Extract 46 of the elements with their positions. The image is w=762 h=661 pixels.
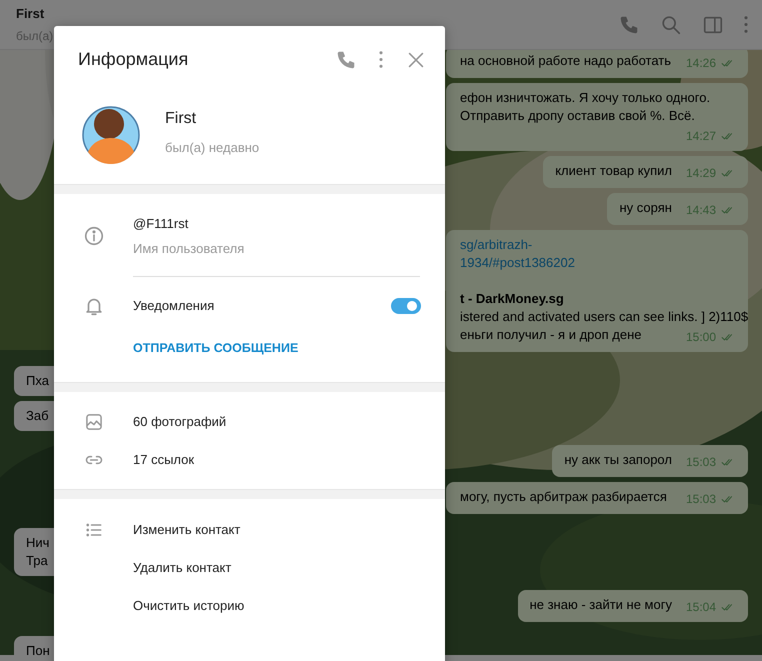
chat-title: First xyxy=(16,5,46,24)
message-time: 14:29 xyxy=(686,165,716,182)
more-icon xyxy=(379,51,383,68)
more-button[interactable] xyxy=(379,51,383,68)
send-message-button[interactable]: ОТПРАВИТЬ СООБЩЕНИЕ xyxy=(133,339,298,358)
message-text: могу, пусть арбитраж разбирается xyxy=(460,489,667,504)
message-text: на основной работе надо работать xyxy=(460,53,672,68)
search-button[interactable] xyxy=(660,14,682,36)
message-text: не знаю - зайти не могу xyxy=(530,597,672,612)
message-text: istered and activated users can see links. ] 2)110$ xyxy=(460,309,748,324)
username-label: Имя пользователя xyxy=(133,240,244,258)
message-text: ну акк ты запорол xyxy=(564,452,672,467)
contact-action[interactable]: Очистить историю xyxy=(133,596,244,616)
message-time: 15:00 xyxy=(686,329,716,346)
message-time: 15:04 xyxy=(686,599,716,616)
search-icon xyxy=(660,14,682,36)
message-text: Пха xyxy=(26,373,49,388)
message-text: ну сорян xyxy=(619,200,672,215)
message-text: еньги получил - я и дроп дене xyxy=(460,327,642,342)
info-icon xyxy=(82,225,104,247)
contact-name: First xyxy=(165,108,198,129)
notifications-toggle[interactable] xyxy=(391,298,421,314)
notifications-label: Уведомления xyxy=(133,297,216,316)
message-text: Нич xyxy=(26,535,50,550)
more-button[interactable] xyxy=(744,16,748,33)
message-time: 15:03 xyxy=(686,491,716,508)
message-time: 14:27 xyxy=(686,128,716,145)
more-icon xyxy=(744,16,748,33)
username: @F111rst xyxy=(133,215,190,233)
contact-action[interactable]: Изменить контакт xyxy=(133,520,240,540)
message-time: 14:26 xyxy=(686,55,716,72)
message-text: Тра xyxy=(26,553,48,568)
dialog-title: Информация xyxy=(78,48,188,71)
image-icon xyxy=(84,412,104,432)
link-preview-title: t - DarkMoney.sg xyxy=(460,291,564,306)
contact-status: был(а) недавно xyxy=(165,138,260,157)
message-text: Заб xyxy=(26,408,49,423)
contact-action[interactable]: Удалить контакт xyxy=(133,558,232,578)
media-item[interactable]: 17 ссылок xyxy=(54,440,445,479)
message-time: 14:43 xyxy=(686,202,716,219)
message-text: клиент товар купил xyxy=(555,163,672,178)
message-time: 15:03 xyxy=(686,454,716,471)
message-text: Отправить дропу оставив свой %. Всё. xyxy=(460,108,695,123)
media-item[interactable]: 60 фотографий xyxy=(54,402,445,441)
message-text: Пон xyxy=(26,643,50,655)
message-text: ефон изничтожать. Я хочу только одного. xyxy=(460,90,710,105)
